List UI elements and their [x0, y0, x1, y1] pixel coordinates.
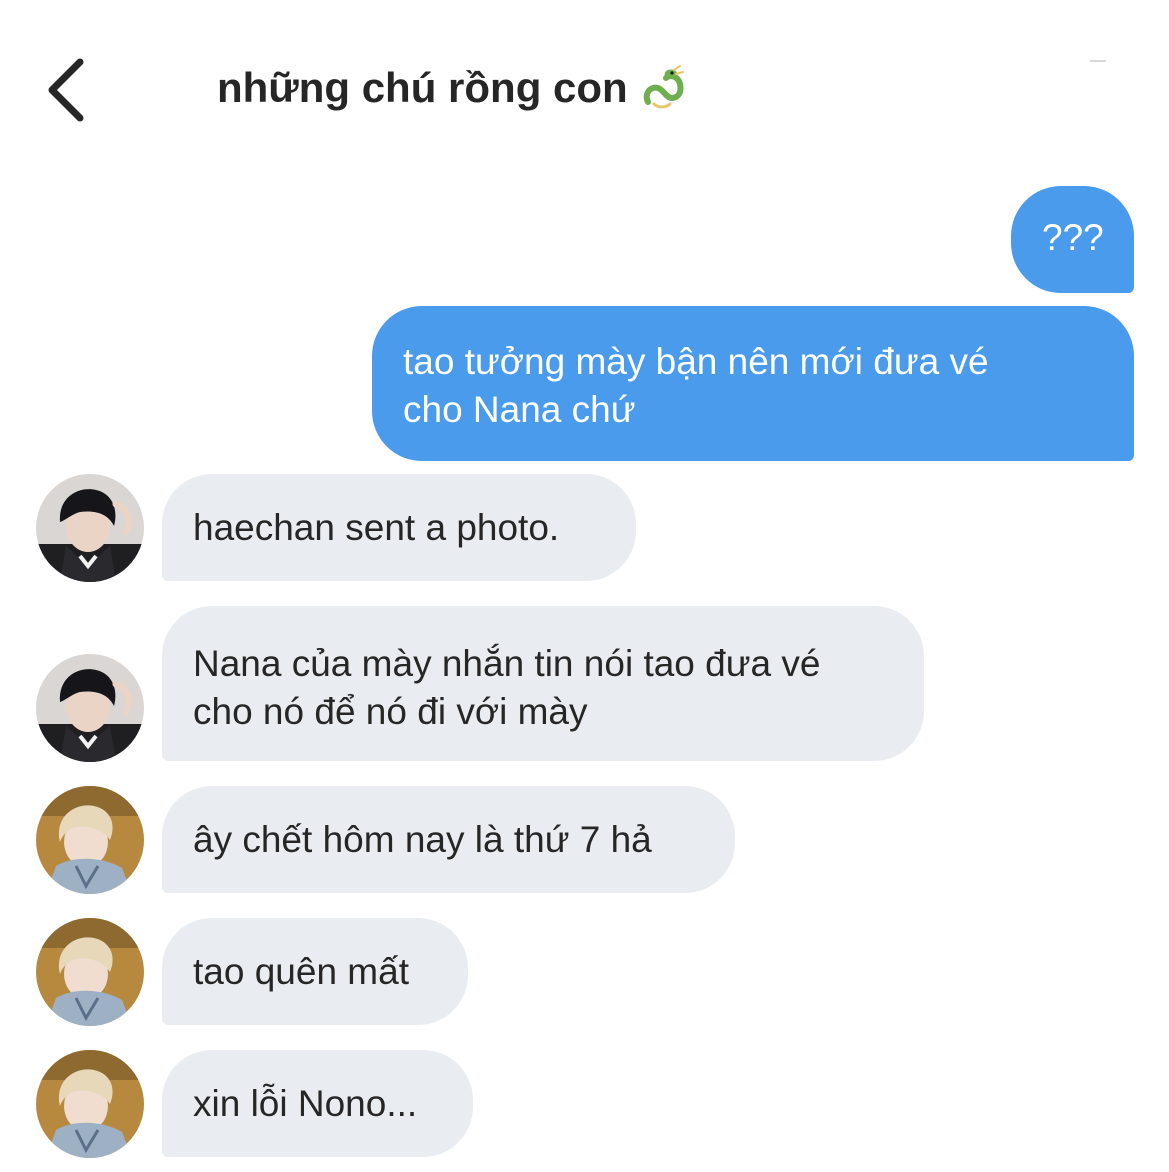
message-bubble-incoming[interactable]: tao quên mất — [162, 918, 468, 1025]
message-bubble-outgoing[interactable]: tao tưởng mày bận nên mới đưa vé cho Nan… — [372, 306, 1134, 461]
dark-hair-avatar-icon — [36, 474, 144, 582]
chat-header: những chú rồng con — [0, 0, 1169, 150]
message-bubble-incoming[interactable]: xin lỗi Nono... — [162, 1050, 473, 1157]
back-button[interactable] — [36, 52, 96, 128]
chevron-left-icon — [48, 58, 84, 122]
dragon-emoji-icon — [640, 64, 688, 112]
blonde-hair-avatar-icon — [36, 918, 144, 1026]
message-bubble-outgoing[interactable]: ??? — [1011, 186, 1134, 293]
message-bubble-incoming[interactable]: haechan sent a photo. — [162, 474, 636, 581]
blonde-hair-avatar-icon — [36, 1050, 144, 1158]
dark-hair-avatar-icon — [36, 654, 144, 762]
avatar[interactable] — [36, 918, 144, 1026]
avatar[interactable] — [36, 474, 144, 582]
message-bubble-incoming[interactable]: ây chết hôm nay là thứ 7 hả — [162, 786, 735, 893]
message-bubble-incoming[interactable]: Nana của mày nhắn tin nói tao đưa vé cho… — [162, 606, 924, 761]
corner-indicator — [1090, 60, 1106, 62]
chat-title-text: những chú rồng con — [217, 64, 628, 111]
chat-title[interactable]: những chú rồng con — [217, 64, 688, 112]
avatar[interactable] — [36, 786, 144, 894]
avatar[interactable] — [36, 654, 144, 762]
blonde-hair-avatar-icon — [36, 786, 144, 894]
avatar[interactable] — [36, 1050, 144, 1158]
